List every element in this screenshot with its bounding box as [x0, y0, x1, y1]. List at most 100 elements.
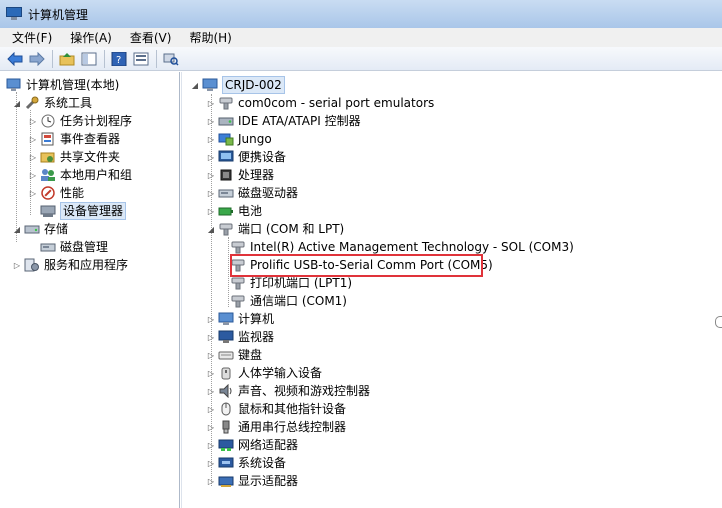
device-tree-label: 声音、视频和游戏控制器 [238, 384, 371, 398]
device-tree-label: 键盘 [238, 348, 263, 362]
computer-icon [218, 312, 234, 326]
expand-arrow-icon[interactable]: ▷ [206, 333, 216, 342]
device-tree-node[interactable]: ▷ 声音、视频和游戏控制器 [206, 382, 370, 400]
help-icon[interactable]: ? [110, 50, 128, 68]
device-tree-label: 处理器 [238, 168, 275, 182]
show-hide-tree-icon[interactable] [80, 50, 98, 68]
tree-node-label: 存储 [44, 222, 69, 236]
expand-arrow-icon[interactable]: ▷ [12, 261, 22, 270]
expand-arrow-icon[interactable]: ▷ [206, 387, 216, 396]
expand-arrow-icon[interactable]: ▷ [206, 405, 216, 414]
tree-guide-line [228, 237, 229, 307]
device-tree-node[interactable]: ▷ 监视器 [206, 328, 274, 346]
device-tree-node[interactable]: ▷ 鼠标和其他指针设备 [206, 400, 346, 418]
services-icon [24, 258, 40, 272]
cpu-icon [218, 168, 234, 182]
expand-arrow-icon[interactable]: ▷ [206, 99, 216, 108]
expand-arrow-icon[interactable]: ▷ [28, 117, 38, 126]
menu-file[interactable]: 文件(F) [0, 29, 58, 46]
menu-view[interactable]: 查看(V) [118, 29, 178, 46]
expand-arrow-icon[interactable]: ▷ [206, 369, 216, 378]
device-tree-label: 监视器 [238, 330, 275, 344]
tree-node-performance[interactable]: ▷ 性能 [28, 184, 84, 202]
expand-arrow-icon[interactable]: ▷ [206, 171, 216, 180]
tree-node-disk-management[interactable]: 磁盘管理 [40, 238, 108, 256]
port-icon [230, 294, 246, 308]
menu-action[interactable]: 操作(A) [58, 29, 118, 46]
device-tree-node[interactable]: ▷ 通用串行总线控制器 [206, 418, 346, 436]
collapse-arrow-icon[interactable]: ◢ [190, 81, 200, 90]
device-tree-node[interactable]: ▷ 处理器 [206, 166, 274, 184]
device-tree-node[interactable]: ▷ 人体学输入设备 [206, 364, 322, 382]
back-arrow-icon[interactable] [6, 50, 24, 68]
expand-arrow-icon[interactable]: ▷ [206, 477, 216, 486]
device-tree-node[interactable]: ▷ 便携设备 [206, 148, 286, 166]
disk-drive-icon [218, 186, 234, 200]
tree-node-event-viewer[interactable]: ▷ 事件查看器 [28, 130, 120, 148]
device-tree-node[interactable]: ◢ CRJD-002 [190, 76, 285, 94]
jungo-icon [218, 132, 234, 146]
device-tree-label: com0com - serial port emulators [238, 96, 435, 110]
device-manager-icon [40, 204, 56, 218]
tree-node-computer-management[interactable]: 计算机管理(本地) [6, 76, 119, 94]
portable-icon [218, 150, 234, 164]
device-tree-node[interactable]: ▷ IDE ATA/ATAPI 控制器 [206, 112, 361, 130]
device-tree-label: IDE ATA/ATAPI 控制器 [238, 114, 361, 128]
forward-arrow-icon[interactable] [28, 50, 46, 68]
port-icon [230, 276, 246, 290]
expand-arrow-icon[interactable]: ▷ [206, 351, 216, 360]
device-tree-node[interactable]: ▷ Jungo [206, 130, 272, 148]
device-tree-label: 计算机 [238, 312, 275, 326]
device-tree-node[interactable]: ◢ 端口 (COM 和 LPT) [206, 220, 344, 238]
collapse-arrow-icon[interactable]: ◢ [12, 99, 22, 108]
tree-node-storage[interactable]: ◢ 存储 [12, 220, 68, 238]
device-tree-node[interactable]: ▷ com0com - serial port emulators [206, 94, 434, 112]
console-tree-pane: 计算机管理(本地) ◢ 系统工具 ▷ 任务计划程序 ▷ 事件查看器 ▷ 共享文件… [0, 72, 180, 508]
scan-hardware-icon[interactable] [162, 50, 180, 68]
device-tree-node[interactable]: ▷ 键盘 [206, 346, 262, 364]
device-tree-node[interactable]: 通信端口 (COM1) [230, 292, 347, 310]
device-tree-label: Jungo [238, 132, 272, 146]
users-icon [40, 168, 56, 182]
device-tree-label: 通用串行总线控制器 [238, 420, 347, 434]
collapse-arrow-icon[interactable]: ◢ [206, 225, 216, 234]
device-tree-label: 鼠标和其他指针设备 [238, 402, 347, 416]
expand-arrow-icon[interactable]: ▷ [206, 441, 216, 450]
collapse-arrow-icon[interactable]: ◢ [12, 225, 22, 234]
expand-arrow-icon[interactable]: ▷ [206, 189, 216, 198]
tree-node-services[interactable]: ▷ 服务和应用程序 [12, 256, 128, 274]
tree-node-system-tools[interactable]: ◢ 系统工具 [12, 94, 92, 112]
up-folder-icon[interactable] [58, 50, 76, 68]
device-tree-node[interactable]: ▷ 电池 [206, 202, 262, 220]
scroll-handle[interactable] [715, 316, 722, 328]
tree-node-task-scheduler[interactable]: ▷ 任务计划程序 [28, 112, 132, 130]
expand-arrow-icon[interactable]: ▷ [206, 153, 216, 162]
expand-arrow-icon[interactable]: ▷ [206, 207, 216, 216]
expand-arrow-icon[interactable]: ▷ [206, 135, 216, 144]
clock-icon [40, 114, 56, 128]
device-tree-node[interactable]: ▷ 计算机 [206, 310, 274, 328]
monitor-icon [218, 330, 234, 344]
expand-arrow-icon[interactable]: ▷ [28, 189, 38, 198]
tree-node-device-manager[interactable]: 设备管理器 [40, 202, 127, 220]
computer-icon [202, 78, 218, 92]
device-tree-node[interactable]: ▷ 系统设备 [206, 454, 286, 472]
expand-arrow-icon[interactable]: ▷ [28, 135, 38, 144]
expand-arrow-icon[interactable]: ▷ [28, 171, 38, 180]
device-tree-label: 电池 [238, 204, 263, 218]
expand-arrow-icon[interactable]: ▷ [206, 315, 216, 324]
properties-icon[interactable] [132, 50, 150, 68]
expand-arrow-icon[interactable]: ▷ [206, 423, 216, 432]
device-tree-node[interactable]: ▷ 显示适配器 [206, 472, 298, 490]
tree-node-local-users[interactable]: ▷ 本地用户和组 [28, 166, 132, 184]
tree-node-shared-folders[interactable]: ▷ 共享文件夹 [28, 148, 120, 166]
expand-arrow-icon[interactable]: ▷ [206, 459, 216, 468]
device-tree-node[interactable]: ▷ 磁盘驱动器 [206, 184, 298, 202]
menu-help[interactable]: 帮助(H) [177, 29, 237, 46]
device-tree-label: 显示适配器 [238, 474, 299, 488]
expand-arrow-icon[interactable]: ▷ [28, 153, 38, 162]
shared-folder-icon [40, 150, 56, 164]
tree-node-label: 共享文件夹 [60, 150, 121, 164]
expand-arrow-icon[interactable]: ▷ [206, 117, 216, 126]
device-tree-node[interactable]: ▷ 网络适配器 [206, 436, 298, 454]
